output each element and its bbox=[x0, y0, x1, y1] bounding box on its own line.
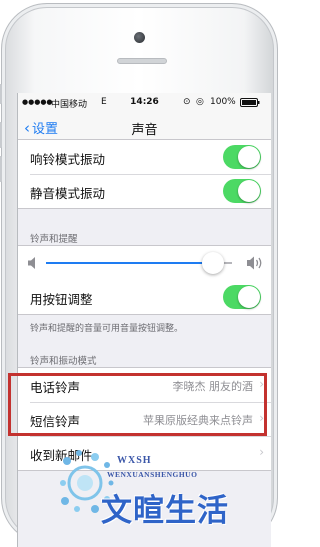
watermark-logo: WXSH WENXUANSHENGHUO 文暄生活 bbox=[55, 443, 270, 543]
chevron-right-icon: › bbox=[259, 411, 264, 425]
status-bar: ●●●●● 中国移动 E 14:26 ⊙ ◎ 100% bbox=[18, 93, 271, 111]
battery-percent-label: 100% bbox=[210, 97, 236, 107]
silent-vibrate-row: 静音模式振动 bbox=[18, 174, 271, 208]
volume-down-button bbox=[0, 156, 2, 182]
volume-high-icon bbox=[247, 256, 262, 270]
text-tone-value: 苹果原版经典来点铃声 bbox=[143, 414, 253, 427]
ringer-section-header: 铃声和提醒 bbox=[30, 234, 78, 245]
ringer-volume-fill bbox=[46, 262, 214, 264]
silent-vibrate-label: 静音模式振动 bbox=[30, 186, 106, 201]
front-camera-icon bbox=[134, 32, 145, 43]
volume-up-button bbox=[0, 122, 2, 148]
rotation-lock-icon: ⊙ bbox=[183, 97, 191, 107]
vibration-group: 响铃模式振动 静音模式振动 bbox=[18, 139, 271, 209]
ringer-section-footer: 铃声和提醒的音量可用音量按钮调整。 bbox=[30, 324, 184, 334]
button-adjust-toggle[interactable] bbox=[223, 285, 261, 309]
ringer-volume-thumb[interactable] bbox=[202, 252, 225, 274]
ring-vibrate-row: 响铃模式振动 bbox=[18, 140, 271, 174]
mute-switch bbox=[0, 84, 2, 104]
toggle-knob bbox=[238, 146, 260, 168]
watermark-subtitle: WENXUANSHENGHUO bbox=[107, 470, 198, 479]
ringer-volume-row bbox=[18, 246, 271, 280]
text-tone-row[interactable]: 短信铃声 苹果原版经典来点铃声 › bbox=[18, 402, 271, 436]
page-title: 声音 bbox=[131, 123, 158, 138]
chevron-right-icon: › bbox=[259, 377, 264, 391]
button-adjust-row: 用按钮调整 bbox=[18, 280, 271, 314]
silent-vibrate-toggle[interactable] bbox=[223, 179, 261, 203]
volume-low-icon bbox=[28, 257, 35, 269]
watermark-title: 文暄生活 bbox=[101, 493, 229, 529]
toggle-knob bbox=[238, 180, 260, 202]
toggle-knob bbox=[238, 286, 260, 308]
battery-icon bbox=[240, 98, 260, 110]
ringer-group: 用按钮调整 bbox=[18, 245, 271, 315]
watermark-short-text: WXSH bbox=[117, 455, 152, 466]
text-tone-label: 短信铃声 bbox=[30, 414, 81, 429]
ringer-volume-slider[interactable] bbox=[46, 252, 232, 274]
button-adjust-label: 用按钮调整 bbox=[30, 292, 93, 307]
ringtone-row[interactable]: 电话铃声 李晓杰 朋友的酒 › bbox=[18, 368, 271, 402]
alarm-icon: ◎ bbox=[196, 97, 204, 107]
ringtone-value: 李晓杰 朋友的酒 bbox=[172, 380, 254, 393]
ringtone-label: 电话铃声 bbox=[30, 380, 81, 395]
ring-vibrate-label: 响铃模式振动 bbox=[30, 152, 106, 167]
ring-vibrate-toggle[interactable] bbox=[223, 145, 261, 169]
earpiece-speaker bbox=[117, 58, 167, 64]
sounds-section-header: 铃声和振动模式 bbox=[30, 356, 97, 367]
